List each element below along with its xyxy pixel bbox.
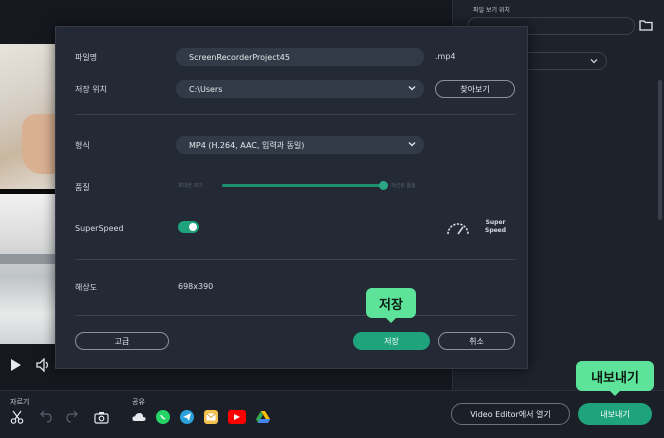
cut-label: 자르기 (10, 398, 30, 406)
save-location-label: 저장 위치 (75, 85, 107, 94)
export-tooltip: 내보내기 (576, 361, 654, 396)
browse-button[interactable]: 찾아보기 (435, 80, 515, 98)
export-tooltip-text: 내보내기 (591, 370, 639, 386)
superspeed-badge-line1: Super (485, 219, 506, 226)
preview-image-top (0, 44, 56, 189)
undo-icon[interactable] (38, 410, 52, 424)
save-button[interactable]: 저장 (353, 332, 430, 350)
superspeed-badge: Super Speed (445, 219, 506, 235)
save-tooltip-text: 저장 (379, 297, 403, 313)
quality-slider[interactable] (222, 184, 382, 187)
filename-input[interactable]: ScreenRecorderProject45 (176, 48, 424, 66)
chevron-down-icon (408, 142, 416, 147)
save-tooltip: 저장 (366, 288, 416, 323)
playback-controls (10, 358, 52, 372)
resolution-label: 해상도 (75, 283, 98, 292)
superspeed-badge-text: Super Speed (485, 219, 506, 235)
app-window: 파일 보기 위치 자르기 공유 Video Editor에서 열기 내보내기 파… (0, 0, 664, 438)
chevron-down-icon (590, 59, 598, 64)
quality-slider-handle[interactable] (379, 181, 388, 190)
format-select[interactable]: MP4 (H.264, AAC, 입력과 동일) (176, 136, 424, 154)
file-extension: .mp4 (435, 52, 456, 61)
camera-icon[interactable] (94, 411, 109, 424)
cancel-button[interactable]: 취소 (438, 332, 515, 350)
folder-location-label: 파일 보기 위치 (473, 7, 510, 14)
superspeed-label: SuperSpeed (75, 224, 124, 233)
superspeed-toggle[interactable] (178, 221, 199, 233)
divider (75, 259, 515, 260)
save-location-select[interactable]: C:\Users (176, 80, 424, 98)
superspeed-badge-line2: Speed (485, 227, 507, 234)
chevron-down-icon (408, 86, 416, 91)
google-drive-icon[interactable] (256, 410, 270, 424)
divider (75, 315, 515, 316)
share-label: 공유 (132, 398, 145, 406)
whatsapp-icon[interactable] (156, 410, 170, 424)
preview-image-bottom (0, 194, 56, 344)
redo-icon[interactable] (66, 410, 80, 424)
format-label: 형식 (75, 141, 90, 150)
scissors-icon[interactable] (10, 410, 24, 424)
open-in-video-editor-button[interactable]: Video Editor에서 열기 (451, 403, 570, 425)
email-icon[interactable] (204, 410, 218, 424)
folder-icon[interactable] (639, 19, 653, 31)
divider (75, 114, 515, 115)
preview-frame (0, 44, 56, 344)
edit-tools (10, 410, 109, 424)
quality-min-label: 최대한 크기 (178, 183, 203, 189)
youtube-icon[interactable] (228, 410, 246, 424)
telegram-icon[interactable] (180, 410, 194, 424)
resolution-value: 698x390 (178, 282, 214, 291)
play-icon[interactable] (10, 358, 22, 372)
save-location-value: C:\Users (189, 84, 223, 94)
volume-icon[interactable] (36, 358, 52, 372)
quality-max-label: 개선된 품질 (391, 183, 416, 189)
cloud-icon[interactable] (132, 410, 146, 424)
advanced-button[interactable]: 고급 (75, 332, 169, 350)
export-dialog: 파일명 ScreenRecorderProject45 .mp4 저장 위치 C… (55, 26, 528, 369)
format-value: MP4 (H.264, AAC, 입력과 동일) (189, 140, 305, 150)
share-icons (132, 410, 280, 424)
filename-label: 파일명 (75, 53, 98, 62)
scrollbar[interactable] (658, 80, 662, 220)
export-button[interactable]: 내보내기 (578, 403, 652, 425)
speedometer-icon (447, 223, 469, 235)
quality-label: 품질 (75, 183, 90, 192)
